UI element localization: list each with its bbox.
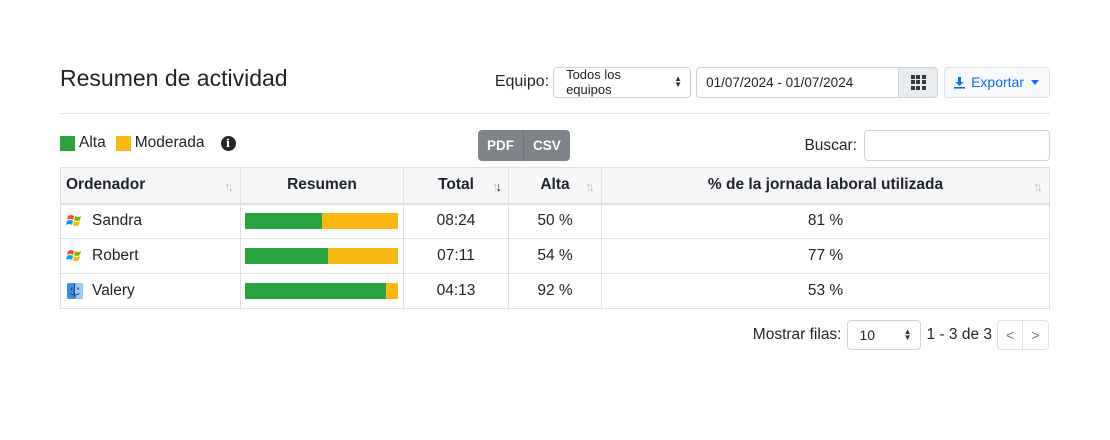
pdf-button[interactable]: PDF	[478, 130, 523, 161]
column-header-label: Alta	[540, 176, 570, 194]
legend-swatch-moderada	[115, 135, 131, 151]
computer-name: Robert	[92, 247, 139, 264]
computer-cell: Robert	[60, 238, 241, 274]
bar-segment-moderada	[327, 248, 398, 264]
team-label: Equipo:	[494, 73, 550, 90]
computer-name: Sandra	[92, 212, 142, 230]
next-page-button[interactable]: >	[1023, 320, 1049, 350]
computer-cell: Sandra	[60, 203, 241, 239]
date-range-picker: 01/07/2024 - 01/07/2024	[696, 66, 939, 98]
prev-page-button[interactable]: <	[997, 320, 1023, 350]
header-divider	[60, 113, 1050, 114]
page-buttons: < >	[997, 320, 1049, 350]
column-header-alta[interactable]: Alta ↑↓	[508, 167, 602, 205]
date-range-input[interactable]: 01/07/2024 - 01/07/2024	[696, 66, 899, 98]
column-header-resumen: Resumen	[240, 167, 404, 205]
total-cell: 08:24	[403, 203, 509, 239]
bar-segment-moderada	[321, 213, 398, 230]
windows-icon	[66, 215, 81, 227]
page-title: Resumen de actividad	[60, 65, 288, 91]
bar-segment-alta	[245, 248, 328, 264]
windows-icon	[66, 250, 81, 261]
bar-segment-alta	[245, 283, 386, 299]
jornada-cell: 53 %	[601, 273, 1050, 309]
grid-icon	[910, 74, 926, 90]
sort-icon: ↑↓	[224, 179, 234, 194]
column-header-label: % de la jornada laboral utilizada	[707, 176, 944, 194]
search-input[interactable]	[864, 130, 1050, 161]
alta-cell: 50 %	[508, 203, 602, 239]
mac-finder-icon	[67, 283, 83, 299]
total-cell: 07:11	[403, 238, 509, 274]
page-range: 1 - 3 de 3	[926, 326, 993, 343]
legend: Alta Moderada i	[60, 134, 236, 152]
bar-segment-alta	[245, 213, 322, 230]
column-header-label: Total	[438, 176, 474, 194]
legend-item-alta: Alta	[60, 134, 106, 152]
search: Buscar:	[804, 130, 1050, 161]
table-header-row: Ordenador ↑↓ Resumen Total ↑↓ Alta ↑↓ % …	[60, 167, 1050, 205]
search-label: Buscar:	[804, 136, 857, 154]
team-select[interactable]: Todos los equipos ▲ ▼	[553, 66, 692, 98]
legend-swatch-alta	[60, 135, 75, 151]
total-cell: 04:13	[403, 273, 509, 309]
sort-icon: ↑↓	[1033, 179, 1043, 194]
column-header-ordenador[interactable]: Ordenador ↑↓	[60, 167, 241, 205]
column-header-label: Resumen	[287, 176, 357, 194]
column-header-label: Ordenador	[66, 176, 146, 194]
download-icon	[954, 76, 966, 89]
activity-bar	[245, 248, 398, 264]
jornada-cell: 81 %	[601, 203, 1050, 239]
export-button[interactable]: Exportar	[944, 66, 1050, 98]
activity-table: Ordenador ↑↓ Resumen Total ↑↓ Alta ↑↓ % …	[60, 167, 1050, 309]
table-row[interactable]: Valery 04:13 92 % 53 %	[60, 273, 1050, 309]
summary-cell	[240, 273, 404, 309]
updown-chevron-icon: ▲ ▼	[903, 327, 912, 342]
info-icon[interactable]: i	[220, 135, 236, 151]
pagination: Mostrar filas: 10 ▲ ▼ 1 - 3 de 3 < >	[753, 320, 1049, 350]
alta-cell: 54 %	[508, 238, 602, 274]
activity-bar	[245, 213, 398, 230]
column-header-jornada[interactable]: % de la jornada laboral utilizada ↑↓	[601, 167, 1050, 205]
date-range-value: 01/07/2024 - 01/07/2024	[706, 74, 854, 90]
csv-button[interactable]: CSV	[523, 130, 570, 161]
computer-cell: Valery	[60, 273, 241, 309]
rows-per-page-value: 10	[859, 327, 876, 343]
export-format-group: PDF CSV	[478, 130, 570, 161]
sort-descending-icon: ↑↓	[492, 179, 502, 194]
page-header: Resumen de actividad Equipo: Todos los e…	[60, 60, 1050, 100]
bar-segment-moderada	[385, 283, 398, 299]
summary-cell	[240, 203, 404, 239]
rows-per-page-label: Mostrar filas:	[752, 326, 842, 343]
computer-name: Valery	[92, 282, 135, 299]
header-controls: Equipo: Todos los equipos ▲ ▼ 01/07/2024 …	[495, 66, 1050, 98]
calendar-button[interactable]	[898, 66, 939, 98]
jornada-cell: 77 %	[601, 238, 1050, 274]
table-toolbar: Alta Moderada i PDF CSV Buscar:	[60, 130, 1050, 162]
caret-down-icon	[1031, 79, 1039, 85]
legend-label-alta: Alta	[79, 134, 106, 151]
table-row[interactable]: Sandra 08:24 50 % 81 %	[60, 203, 1050, 239]
column-header-total[interactable]: Total ↑↓	[403, 167, 509, 205]
legend-item-moderada: Moderada	[115, 134, 205, 152]
legend-label-moderada: Moderada	[134, 134, 205, 151]
alta-cell: 92 %	[508, 273, 602, 309]
team-select-value: Todos los equipos	[566, 67, 621, 97]
export-label: Exportar	[971, 74, 1024, 90]
sort-icon: ↑↓	[585, 179, 595, 194]
summary-cell	[240, 238, 404, 274]
activity-bar	[245, 283, 398, 299]
updown-chevron-icon: ▲ ▼	[674, 74, 683, 89]
table-row[interactable]: Robert 07:11 54 % 77 %	[60, 238, 1050, 274]
rows-per-page-select[interactable]: 10 ▲ ▼	[846, 320, 921, 350]
